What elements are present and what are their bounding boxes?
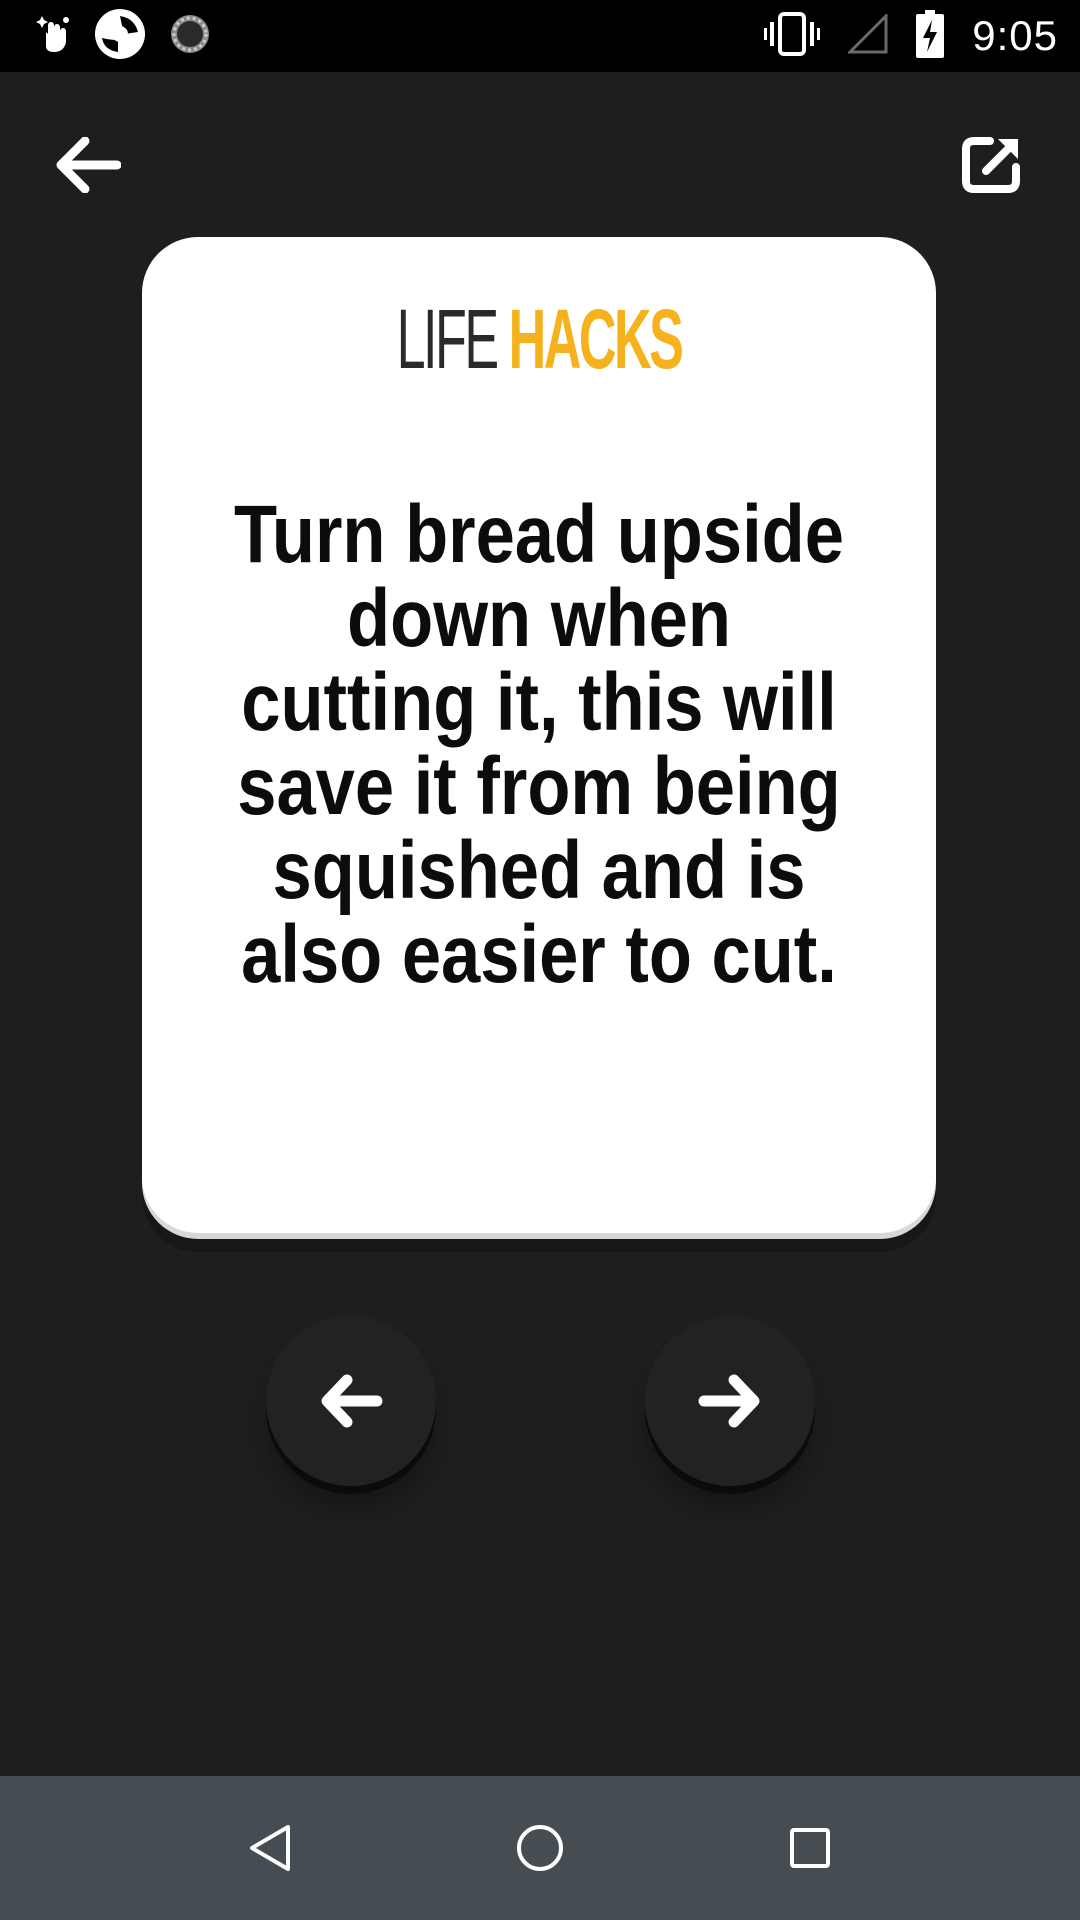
status-bar: 9:05 bbox=[0, 0, 1080, 72]
life-hacks-logo: LIFE HACKS bbox=[293, 297, 785, 381]
hack-text: Turn bread upside down when cutting it, … bbox=[234, 489, 844, 1000]
vibrate-icon bbox=[764, 11, 821, 61]
logo-life-text: LIFE bbox=[396, 292, 500, 386]
hand-sparkle-icon bbox=[36, 14, 72, 59]
status-time: 9:05 bbox=[972, 12, 1058, 59]
battery-charging-icon bbox=[916, 9, 945, 63]
arrow-right-bold-icon bbox=[698, 1374, 760, 1428]
share-button[interactable] bbox=[954, 127, 1030, 203]
arrow-left-bold-icon bbox=[321, 1374, 383, 1428]
circle-home-icon bbox=[517, 1825, 563, 1871]
square-recents-icon bbox=[790, 1828, 830, 1868]
toolbar bbox=[0, 72, 1080, 252]
next-hack-button[interactable] bbox=[645, 1316, 815, 1486]
shutter-app-icon bbox=[94, 8, 146, 65]
triangle-back-icon bbox=[250, 1825, 290, 1871]
system-recents-button[interactable] bbox=[774, 1812, 846, 1884]
arrow-left-icon bbox=[56, 137, 121, 193]
logo-hacks-text: HACKS bbox=[508, 292, 684, 386]
previous-hack-button[interactable] bbox=[266, 1316, 436, 1486]
system-home-button[interactable] bbox=[504, 1812, 576, 1884]
system-status: 9:05 bbox=[764, 0, 1058, 72]
system-back-button[interactable] bbox=[234, 1812, 306, 1884]
back-button[interactable] bbox=[50, 127, 126, 203]
notification-icons bbox=[36, 8, 212, 65]
share-external-icon bbox=[962, 137, 1020, 193]
system-nav-bar bbox=[0, 1776, 1080, 1920]
hack-card: LIFE HACKS Turn bread upside down when c… bbox=[142, 237, 936, 1233]
loading-spinner-icon bbox=[168, 12, 212, 61]
signal-empty-icon bbox=[846, 11, 888, 59]
